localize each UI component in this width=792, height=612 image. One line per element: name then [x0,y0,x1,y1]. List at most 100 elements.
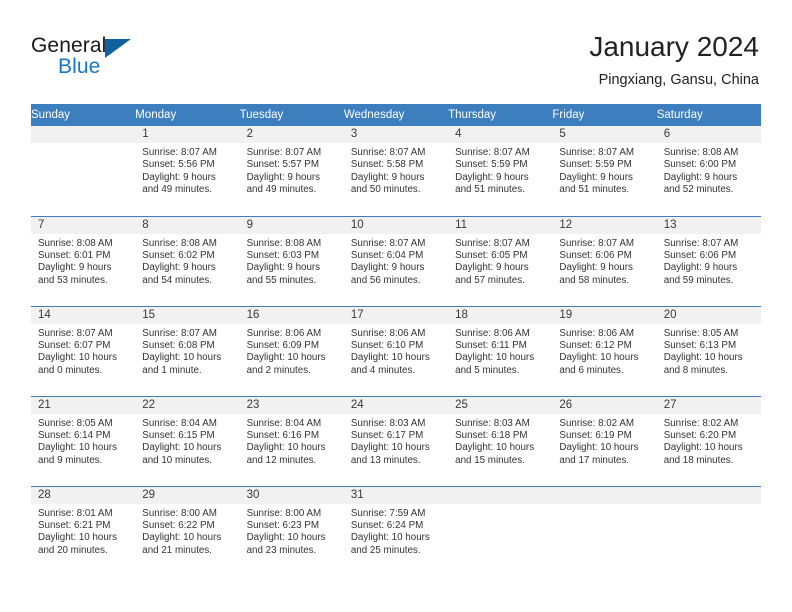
calendar-day-cell[interactable]: 16 Sunrise: 8:06 AM Sunset: 6:09 PM Dayligh… [239,305,344,396]
day-number: 3 [343,126,449,143]
daylight-line2-text: and 6 minutes. [559,364,624,376]
sunset-text: Sunset: 6:01 PM [38,249,111,261]
calendar-day-cell[interactable]: 19 Sunrise: 8:06 AM Sunset: 6:12 PM Dayligh… [552,305,657,396]
sunrise-text: Sunrise: 8:01 AM [38,507,113,519]
daylight-line1-text: Daylight: 9 hours [663,171,738,183]
calendar-day-cell[interactable]: 27 Sunrise: 8:02 AM Sunset: 6:20 PM Dayligh… [656,395,761,486]
day-details: Sunrise: 8:06 AM Sunset: 6:10 PM Daylight:… [344,324,448,378]
daylight-line1-text: Daylight: 9 hours [663,262,738,274]
day-details: Sunrise: 8:07 AM Sunset: 6:08 PM Daylight:… [135,324,239,378]
calendar-day-cell[interactable]: 31 Sunrise: 7:59 AM Sunset: 6:24 PM Dayligh… [343,485,449,576]
calendar-day-cell[interactable]: 29 Sunrise: 8:00 AM Sunset: 6:22 PM Dayligh… [135,485,240,576]
calendar-day-cell[interactable]: 20 Sunrise: 8:05 AM Sunset: 6:13 PM Dayligh… [656,305,761,396]
sunset-text: Sunset: 6:00 PM [663,159,737,171]
day-number: 15 [135,306,240,324]
calendar-day-cell[interactable]: 26 Sunrise: 8:02 AM Sunset: 6:19 PM Dayligh… [552,395,657,486]
daylight-line2-text: and 49 minutes. [246,184,317,196]
calendar-day-cell[interactable]: 3 Sunrise: 8:07 AM Sunset: 5:58 PM Daylight… [343,126,449,216]
day-details: Sunrise: 8:03 AM Sunset: 6:17 PM Daylight:… [344,414,448,468]
sunset-text: Sunset: 6:20 PM [663,429,737,441]
daylight-line2-text: and 51 minutes. [455,184,525,196]
calendar-day-cell[interactable]: 24 Sunrise: 8:03 AM Sunset: 6:17 PM Dayligh… [343,395,449,486]
sunset-text: Sunset: 6:07 PM [38,339,111,351]
calendar-day-cell[interactable]: 9 Sunrise: 8:08 AM Sunset: 6:03 PM Daylight… [239,215,344,306]
calendar-day-cell[interactable]: 6 Sunrise: 8:08 AM Sunset: 6:00 PM Daylight… [656,126,761,216]
sunset-text: Sunset: 6:16 PM [246,429,319,441]
calendar-day-cell[interactable]: 21 Sunrise: 8:05 AM Sunset: 6:14 PM Dayligh… [31,395,136,486]
sunrise-text: Sunrise: 8:07 AM [350,237,426,249]
day-number [656,486,761,504]
day-number: 14 [31,306,136,324]
daylight-line1-text: Daylight: 10 hours [559,442,639,454]
day-details: Sunrise: 8:06 AM Sunset: 6:12 PM Daylight:… [552,324,656,378]
generalblue-logo[interactable]: General Blue [31,34,161,80]
sunset-text: Sunset: 6:03 PM [246,249,319,261]
calendar-day-cell[interactable]: 18 Sunrise: 8:06 AM Sunset: 6:11 PM Dayligh… [448,305,553,396]
calendar-day-cell[interactable]: 14 Sunrise: 8:07 AM Sunset: 6:07 PM Dayligh… [31,305,136,396]
sunrise-text: Sunrise: 8:06 AM [350,327,426,339]
day-details: Sunrise: 8:00 AM Sunset: 6:23 PM Daylight:… [240,504,344,558]
calendar-day-cell[interactable]: 5 Sunrise: 8:07 AM Sunset: 5:59 PM Daylight… [552,126,657,216]
calendar-day-cell[interactable]: 12 Sunrise: 8:07 AM Sunset: 6:06 PM Dayligh… [552,215,657,306]
calendar-day-cell[interactable]: 13 Sunrise: 8:07 AM Sunset: 6:06 PM Dayligh… [656,215,761,306]
day-number: 16 [239,306,344,324]
daylight-line1-text: Daylight: 9 hours [246,262,321,274]
day-details: Sunrise: 8:07 AM Sunset: 5:59 PM Daylight:… [552,143,656,197]
calendar-day-cell[interactable]: 23 Sunrise: 8:04 AM Sunset: 6:16 PM Dayligh… [239,395,344,486]
calendar-day-cell[interactable]: 4 Sunrise: 8:07 AM Sunset: 5:59 PM Daylight… [448,126,553,216]
day-number: 30 [239,486,344,504]
sunrise-text: Sunrise: 8:07 AM [38,327,113,339]
calendar-page: General Blue January 2024 Pingxiang, Gan… [0,0,792,612]
daylight-line1-text: Daylight: 9 hours [455,171,529,183]
weekday-header-friday: Friday [552,104,657,126]
sunset-text: Sunset: 6:12 PM [559,339,632,351]
daylight-line2-text: and 15 minutes. [455,454,525,466]
day-details: Sunrise: 8:07 AM Sunset: 6:07 PM Daylight:… [31,324,135,378]
calendar-week-row: 1 Sunrise: 8:07 AM Sunset: 5:56 PM Daylight… [31,126,761,216]
calendar-day-cell[interactable]: 11 Sunrise: 8:07 AM Sunset: 6:05 PM Dayligh… [448,215,553,306]
sunrise-text: Sunrise: 8:03 AM [350,417,426,429]
day-details: Sunrise: 8:07 AM Sunset: 6:05 PM Daylight:… [448,234,552,288]
day-number: 11 [448,216,553,234]
sunrise-text: Sunrise: 8:06 AM [455,327,530,339]
calendar-day-cell-empty [31,126,136,216]
daylight-line2-text: and 58 minutes. [559,274,630,286]
sunrise-text: Sunrise: 8:00 AM [142,507,217,519]
calendar-day-cell[interactable]: 8 Sunrise: 8:08 AM Sunset: 6:02 PM Daylight… [135,215,240,306]
calendar-day-cell[interactable]: 30 Sunrise: 8:00 AM Sunset: 6:23 PM Dayligh… [239,485,344,576]
sunset-text: Sunset: 6:06 PM [663,249,737,261]
calendar-day-cell[interactable]: 25 Sunrise: 8:03 AM Sunset: 6:18 PM Dayligh… [448,395,553,486]
calendar-day-cell[interactable]: 1 Sunrise: 8:07 AM Sunset: 5:56 PM Daylight… [135,126,240,216]
day-details: Sunrise: 8:07 AM Sunset: 6:06 PM Daylight:… [552,234,656,288]
day-number [552,486,657,504]
day-number: 8 [135,216,240,234]
calendar-container: Sunday Monday Tuesday Wednesday Thursday Frid… [31,104,761,576]
calendar-day-cell[interactable]: 10 Sunrise: 8:07 AM Sunset: 6:04 PM Dayligh… [343,215,449,306]
title-block: January 2024 Pingxiang, Gansu, China [589,30,759,90]
day-number: 25 [448,396,553,414]
calendar-day-cell[interactable]: 28 Sunrise: 8:01 AM Sunset: 6:21 PM Dayligh… [31,485,136,576]
sunset-text: Sunset: 5:59 PM [559,159,632,171]
page-header: General Blue January 2024 Pingxiang, Gan… [0,0,792,100]
daylight-line2-text: and 1 minute. [142,364,202,376]
day-details: Sunrise: 8:08 AM Sunset: 6:03 PM Daylight:… [240,234,344,288]
calendar-day-cell[interactable]: 7 Sunrise: 8:08 AM Sunset: 6:01 PM Daylight… [31,215,136,306]
day-number: 22 [135,396,240,414]
weekday-row: Sunday Monday Tuesday Wednesday Thursday Frid… [31,104,761,126]
daylight-line1-text: Daylight: 10 hours [38,532,117,544]
calendar-day-cell[interactable]: 15 Sunrise: 8:07 AM Sunset: 6:08 PM Dayligh… [135,305,240,396]
day-number: 31 [343,486,449,504]
sunrise-text: Sunrise: 8:06 AM [559,327,635,339]
calendar-day-cell-empty [656,485,761,576]
calendar-day-cell[interactable]: 17 Sunrise: 8:06 AM Sunset: 6:10 PM Dayligh… [343,305,449,396]
day-number: 28 [31,486,136,504]
daylight-line2-text: and 55 minutes. [246,274,317,286]
day-details: Sunrise: 8:01 AM Sunset: 6:21 PM Daylight:… [31,504,135,558]
day-details: Sunrise: 8:08 AM Sunset: 6:00 PM Daylight:… [657,143,761,197]
sunrise-text: Sunrise: 8:07 AM [455,237,530,249]
daylight-line2-text: and 59 minutes. [663,274,734,286]
day-details: Sunrise: 8:07 AM Sunset: 5:56 PM Daylight:… [135,143,239,197]
calendar-day-cell[interactable]: 22 Sunrise: 8:04 AM Sunset: 6:15 PM Dayligh… [135,395,240,486]
day-number: 7 [31,216,136,234]
calendar-day-cell[interactable]: 2 Sunrise: 8:07 AM Sunset: 5:57 PM Daylight… [239,126,344,216]
